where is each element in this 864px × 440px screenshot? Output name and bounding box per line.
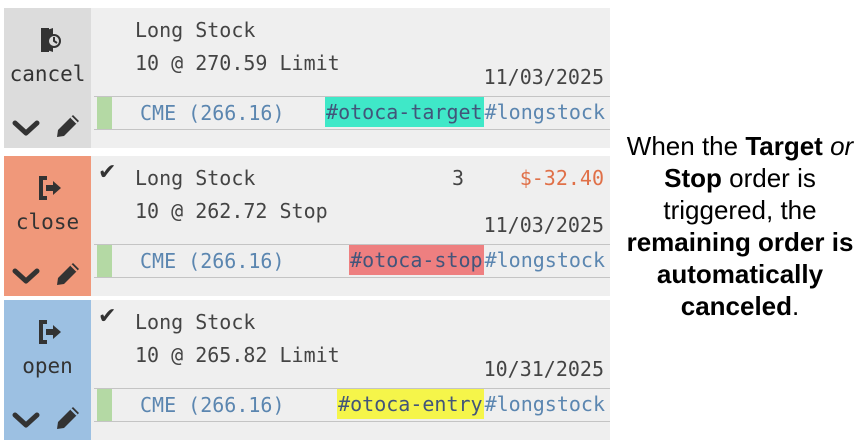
order-date: 11/03/2025 — [483, 65, 604, 89]
caption-bold: Target — [745, 131, 823, 161]
otoca-target-tag[interactable]: #otoca-target — [325, 97, 484, 127]
caption-bold: remaining order is automatically cancele… — [626, 227, 854, 321]
exchange-price: CME (266.16) — [140, 101, 285, 125]
order-detail: 10 @ 265.82 Limit — [135, 343, 340, 367]
tag-list: #otoca-stop #longstock — [304, 245, 606, 275]
checkmark-icon: ✔ — [98, 160, 117, 185]
order-action-panel[interactable]: open — [4, 300, 91, 440]
chevron-down-icon[interactable] — [12, 266, 40, 286]
longstock-tag[interactable]: #longstock — [484, 389, 606, 419]
divider — [94, 421, 610, 422]
cancel-order-icon[interactable] — [35, 26, 63, 54]
profit-loss: $-32.40 — [519, 166, 604, 190]
caption-text: When the — [626, 131, 746, 161]
pencil-icon[interactable] — [54, 404, 82, 432]
otoca-stop-tag[interactable]: #otoca-stop — [349, 245, 484, 275]
close-position-icon[interactable] — [35, 174, 63, 202]
otoca-entry-tag[interactable]: #otoca-entry — [337, 389, 484, 419]
chevron-down-icon[interactable] — [12, 118, 40, 138]
order-action-panel[interactable]: cancel — [4, 8, 91, 148]
exchange-price: CME (266.16) — [140, 249, 285, 273]
pencil-icon[interactable] — [54, 112, 82, 140]
order-detail: 10 @ 270.59 Limit — [135, 51, 340, 75]
status-bar — [97, 389, 112, 421]
action-label[interactable]: cancel — [4, 62, 91, 86]
order-title: Long Stock — [135, 310, 256, 334]
tag-list: #otoca-entry #longstock — [304, 389, 606, 419]
pencil-icon[interactable] — [54, 260, 82, 288]
exchange-price: CME (266.16) — [140, 393, 285, 417]
explanation-caption: When the Target or Stop order is trigger… — [622, 130, 858, 322]
order-detail: 10 @ 262.72 Stop — [135, 199, 328, 223]
order-card: cancel Long Stock 10 @ 270.59 Limit 11/0… — [4, 8, 610, 148]
action-label[interactable]: close — [4, 210, 91, 234]
order-card: close ✔ Long Stock 10 @ 262.72 Stop 3 $-… — [4, 156, 610, 296]
action-label[interactable]: open — [4, 354, 91, 378]
open-position-icon[interactable] — [35, 318, 63, 346]
order-date: 10/31/2025 — [483, 357, 604, 381]
order-action-panel[interactable]: close — [4, 156, 91, 296]
order-title: Long Stock — [135, 166, 256, 190]
status-bar — [97, 97, 112, 129]
longstock-tag[interactable]: #longstock — [484, 245, 606, 275]
order-title: Long Stock — [135, 18, 256, 42]
tag-list: #otoca-target #longstock — [304, 97, 606, 127]
caption-italic: or — [830, 131, 854, 161]
caption-bold: Stop — [664, 163, 722, 193]
chevron-down-icon[interactable] — [12, 410, 40, 430]
longstock-tag[interactable]: #longstock — [484, 97, 606, 127]
order-card: open ✔ Long Stock 10 @ 265.82 Limit 10/3… — [4, 300, 610, 440]
caption-text: . — [792, 291, 800, 321]
checkmark-icon: ✔ — [98, 304, 117, 329]
order-date: 11/03/2025 — [483, 213, 604, 237]
caption-text — [823, 131, 830, 161]
divider — [94, 277, 610, 278]
status-bar — [97, 245, 112, 277]
divider — [94, 129, 610, 130]
